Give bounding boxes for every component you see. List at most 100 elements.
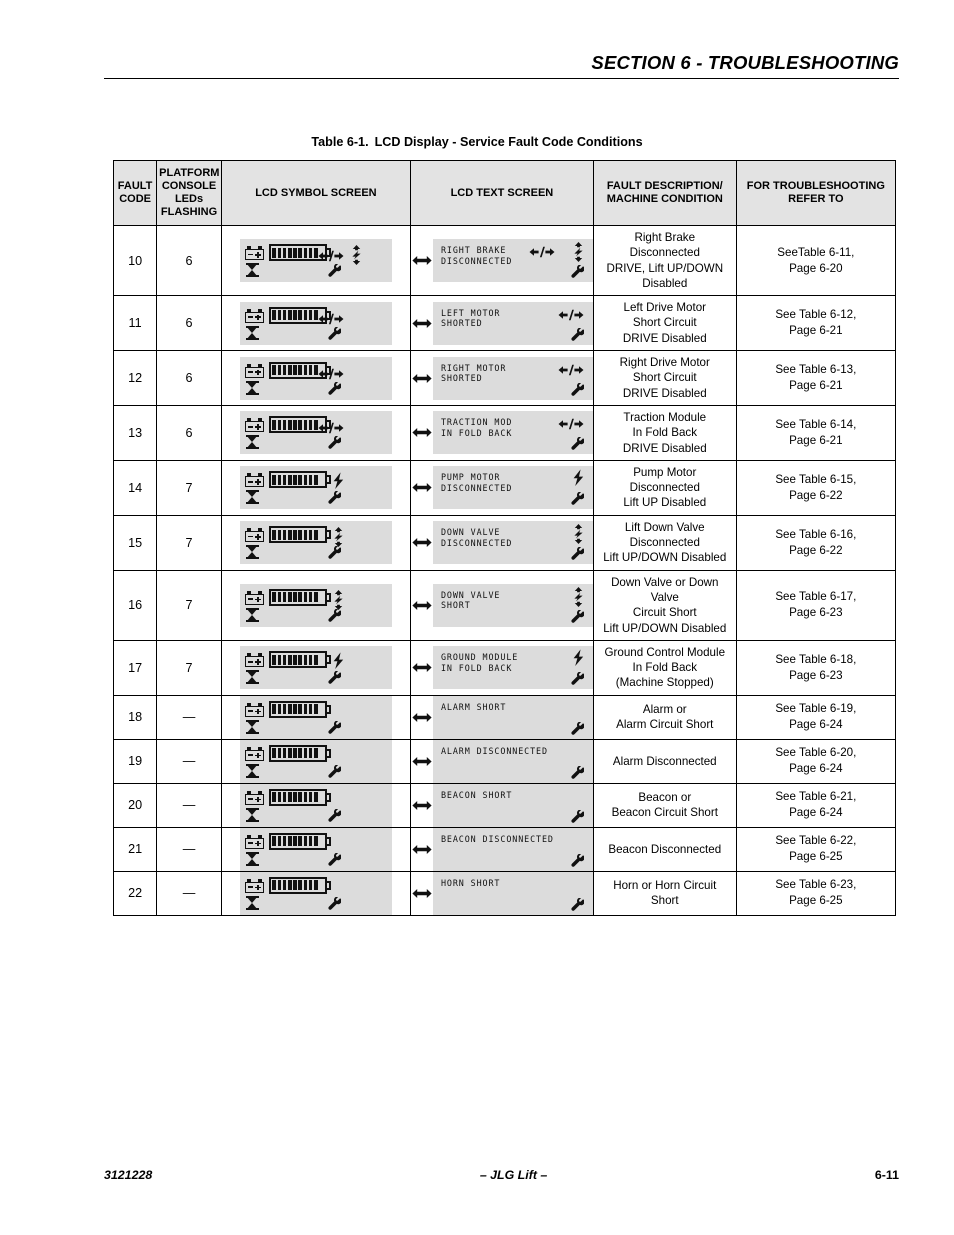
refer-line2: Page 6-23 (789, 606, 843, 620)
section-title: SECTION 6 - TROUBLESHOOTING (591, 52, 899, 73)
drive-arrows-icon (318, 422, 344, 434)
alternating-display-arrow-icon (411, 793, 433, 817)
cell-fault-description: Ground Control Module In Fold Back (Machin… (592, 639, 737, 696)
text-screen-wrap: DOWN VALVE DISCONNECTED (411, 521, 593, 565)
refer-header-line1: FOR TROUBLESHOOTING (746, 180, 885, 193)
refer-line1: See Table 6-16, (775, 527, 857, 541)
hourglass-icon (245, 490, 259, 505)
text-screen-wrap: PUMP MOTOR DISCONNECTED (411, 466, 593, 510)
battery-charge-gauge-icon (268, 651, 332, 669)
wrench-icon (571, 853, 584, 867)
table-row: 15 7 DOWN VALVE DISCONNECTED Lift Down Valv… (112, 514, 897, 571)
header-rule (104, 78, 899, 79)
alternating-display-arrow-icon (411, 476, 433, 500)
wrench-icon (571, 437, 584, 451)
cell-lcd-symbol (220, 569, 411, 641)
drive-arrows-icon (558, 309, 584, 321)
lcd-text-screen: ALARM DISCONNECTED (432, 739, 593, 783)
symbol-screen-wrap (222, 521, 410, 565)
battery-charge-gauge-icon (268, 744, 332, 762)
cell-leds-flashing: — (156, 694, 222, 740)
fault-code-table: FAULT CODE PLATFORM CONSOLE LEDs FLASHIN… (112, 160, 897, 916)
wrench-icon (328, 608, 341, 622)
lift-up-down-bolt-icon (332, 527, 345, 548)
description-line: Lift Down Valve (624, 520, 705, 534)
cell-fault-description: Alarm Disconnected (592, 738, 737, 784)
lcd-symbol-screen (239, 411, 392, 455)
lcd-message-text: GROUND MODULE IN FOLD BACK (440, 652, 519, 673)
hourglass-icon (245, 807, 259, 822)
lcd-text-screen: BEACON DISCONNECTED (432, 827, 593, 871)
refer-line2: Page 6-24 (789, 718, 843, 732)
cell-fault-description: Pump Motor Disconnected Lift UP Disabled (592, 459, 737, 516)
drive-arrows-icon (318, 313, 344, 325)
drive-arrows-icon (529, 246, 555, 258)
lcd-text-screen: ALARM SHORT (432, 695, 593, 739)
cell-lcd-symbol (220, 782, 411, 828)
cell-lcd-symbol (220, 639, 411, 696)
cell-fault-description: Lift Down Valve Disconnected Lift UP/DOWN … (592, 514, 737, 571)
refer-line2: Page 6-21 (789, 379, 843, 393)
cell-lcd-symbol (220, 224, 411, 297)
refer-line1: See Table 6-23, (775, 878, 857, 892)
cell-fault-code: 13 (112, 404, 158, 461)
wrench-icon (328, 808, 341, 822)
lift-up-down-bolt-icon (350, 245, 363, 266)
symbol-screen-wrap (222, 301, 410, 345)
cell-fault-code: 14 (112, 459, 158, 516)
lcd-symbol-screen (239, 646, 392, 690)
battery-indicator-group (244, 470, 332, 489)
refer-line2: Page 6-24 (789, 762, 843, 776)
battery-indicator-group (244, 744, 332, 762)
refer-line1: See Table 6-22, (775, 834, 857, 848)
description-line: Right Brake Disconnected (629, 231, 700, 260)
hourglass-icon (245, 719, 259, 734)
refer-line2: Page 6-23 (789, 668, 843, 682)
refer-line1: See Table 6-19, (775, 702, 857, 716)
table-row: 10 6 RIGHT BRAKE DISCONNECTED Right Brake D… (112, 224, 897, 297)
wrench-icon (328, 326, 341, 340)
battery-terminal-icon (244, 653, 264, 668)
cell-lcd-text: HORN SHORT (409, 870, 594, 916)
table-row: 16 7 DOWN VALVE SHORT Down Valve or Down Va… (112, 569, 897, 641)
description-line: Circuit Short (632, 606, 697, 620)
drive-arrows-icon (318, 250, 344, 262)
lcd-message-text: RIGHT MOTOR SHORTED (440, 362, 507, 384)
battery-charge-gauge-icon (268, 526, 332, 544)
alternating-display-arrow-icon (411, 249, 433, 273)
refer-line2: Page 6-25 (789, 850, 843, 864)
lcd-symbol-screen (239, 827, 392, 871)
battery-charge-gauge-icon (268, 700, 332, 718)
cell-lcd-symbol (220, 404, 411, 461)
cell-leds-flashing: 6 (156, 404, 222, 461)
cell-refer-to: See Table 6-14, Page 6-21 (735, 404, 897, 461)
cell-lcd-text: GROUND MODULE IN FOLD BACK (409, 639, 594, 696)
cell-fault-code: 22 (112, 870, 158, 916)
cell-refer-to: See Table 6-17, Page 6-23 (735, 569, 897, 641)
alternating-display-arrow-icon (411, 311, 433, 335)
lcd-symbol-screen (239, 356, 392, 400)
table-row: 12 6 RIGHT MOTOR SHORTED Right Drive Motor S… (112, 350, 897, 406)
wrench-icon (328, 764, 341, 778)
battery-terminal-icon (244, 418, 264, 433)
description-line: (Machine Stopped) (615, 676, 714, 690)
refer-line2: Page 6-25 (789, 894, 843, 908)
cell-lcd-text: RIGHT BRAKE DISCONNECTED (409, 224, 594, 297)
text-screen-wrap: ALARM SHORT (411, 695, 593, 739)
symbol-screen-wrap (222, 356, 410, 400)
cell-fault-description: Right Drive Motor Short Circuit DRIVE Disa… (592, 350, 737, 406)
wrench-icon (571, 721, 584, 735)
description-line: DRIVE Disabled (622, 441, 707, 455)
cell-fault-code: 10 (112, 224, 158, 297)
text-screen-wrap: ALARM DISCONNECTED (411, 739, 593, 783)
lcd-text-screen: HORN SHORT (432, 871, 593, 915)
cell-refer-to: See Table 6-20, Page 6-24 (735, 738, 897, 784)
page-footer: 3121228 – JLG Lift – 6-11 (104, 1168, 899, 1182)
alternating-display-arrow-icon (411, 656, 433, 680)
description-line: Ground Control Module (604, 645, 726, 659)
text-screen-wrap: DOWN VALVE SHORT (411, 583, 593, 627)
drive-arrows-icon (318, 368, 344, 380)
lcd-message-text: ALARM SHORT (440, 701, 507, 712)
symbol-screen-wrap (222, 695, 410, 739)
battery-charge-gauge-icon (268, 588, 332, 606)
